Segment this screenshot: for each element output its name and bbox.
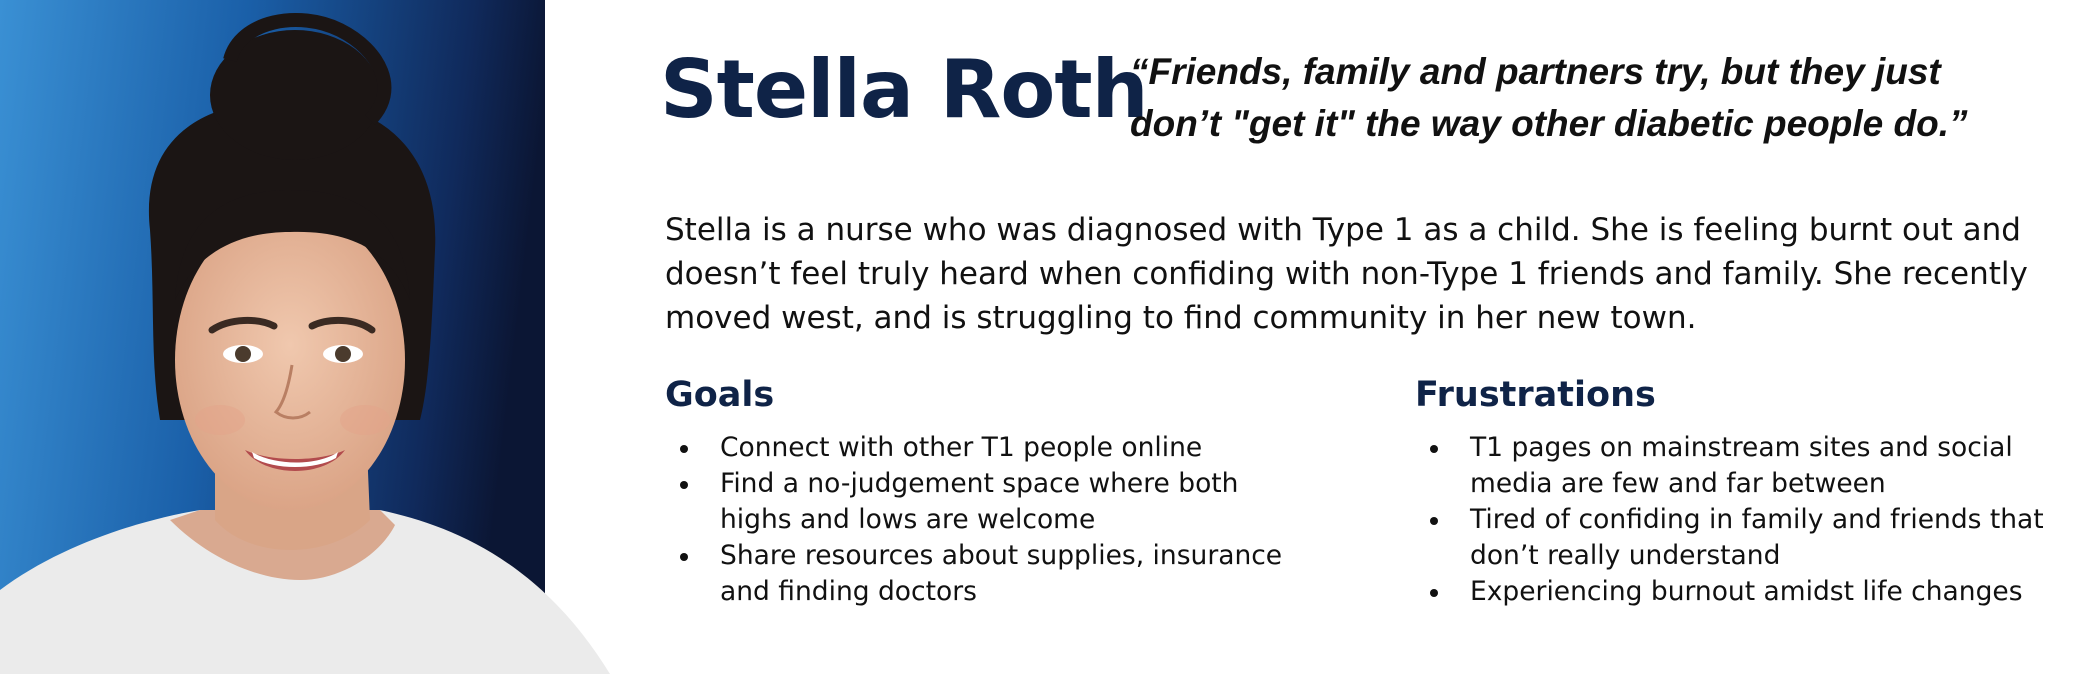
bullet-icon [1430, 445, 1438, 453]
goal-item-line: Find a no-judgement space where both [720, 468, 1239, 499]
goals-list: Connect with other T1 people online Find… [675, 430, 1335, 610]
frustration-item-line: don’t really understand [1470, 540, 1781, 571]
goal-item: Find a no-judgement space where both hig… [675, 466, 1335, 538]
frustrations-list: T1 pages on mainstream sites and social … [1425, 430, 2085, 610]
persona-bio-line: Stella is a nurse who was diagnosed with… [665, 212, 2021, 248]
persona-bio-line: doesn’t feel truly heard when confiding … [665, 256, 2028, 292]
persona-quote-line: don’t "get it" the way other diabetic pe… [1130, 103, 1968, 144]
goals-heading: Goals [665, 375, 775, 415]
frustration-item: Experiencing burnout amidst life changes [1425, 574, 2085, 610]
persona-quote-line: “Friends, family and partners try, but t… [1130, 51, 1941, 92]
frustration-item: Tired of confiding in family and friends… [1425, 502, 2085, 574]
goal-item-line: Connect with other T1 people online [720, 432, 1203, 463]
bullet-icon [680, 553, 688, 561]
persona-bio-line: moved west, and is struggling to find co… [665, 300, 1697, 336]
bullet-icon [680, 445, 688, 453]
persona-photo [0, 0, 620, 674]
frustrations-heading: Frustrations [1415, 375, 1656, 415]
frustration-item: T1 pages on mainstream sites and social … [1425, 430, 2085, 502]
bullet-icon [1430, 517, 1438, 525]
goal-item-line: Share resources about supplies, insuranc… [720, 540, 1283, 571]
goal-item-line: and finding doctors [720, 576, 977, 607]
goal-item-line: highs and lows are welcome [720, 504, 1096, 535]
frustration-item-line: Tired of confiding in family and friends… [1470, 504, 2044, 535]
frustration-item-line: Experiencing burnout amidst life changes [1470, 576, 2023, 607]
goal-item: Share resources about supplies, insuranc… [675, 538, 1335, 610]
persona-quote: “Friends, family and partners try, but t… [1130, 46, 2050, 150]
bullet-icon [680, 481, 688, 489]
bullet-icon [1430, 589, 1438, 597]
goal-item: Connect with other T1 people online [675, 430, 1335, 466]
persona-bio: Stella is a nurse who was diagnosed with… [665, 208, 2065, 340]
frustration-item-line: media are few and far between [1470, 468, 1886, 499]
persona-portrait-image [0, 0, 620, 674]
persona-name: Stella Roth [660, 43, 1149, 136]
frustration-item-line: T1 pages on mainstream sites and social [1470, 432, 2013, 463]
